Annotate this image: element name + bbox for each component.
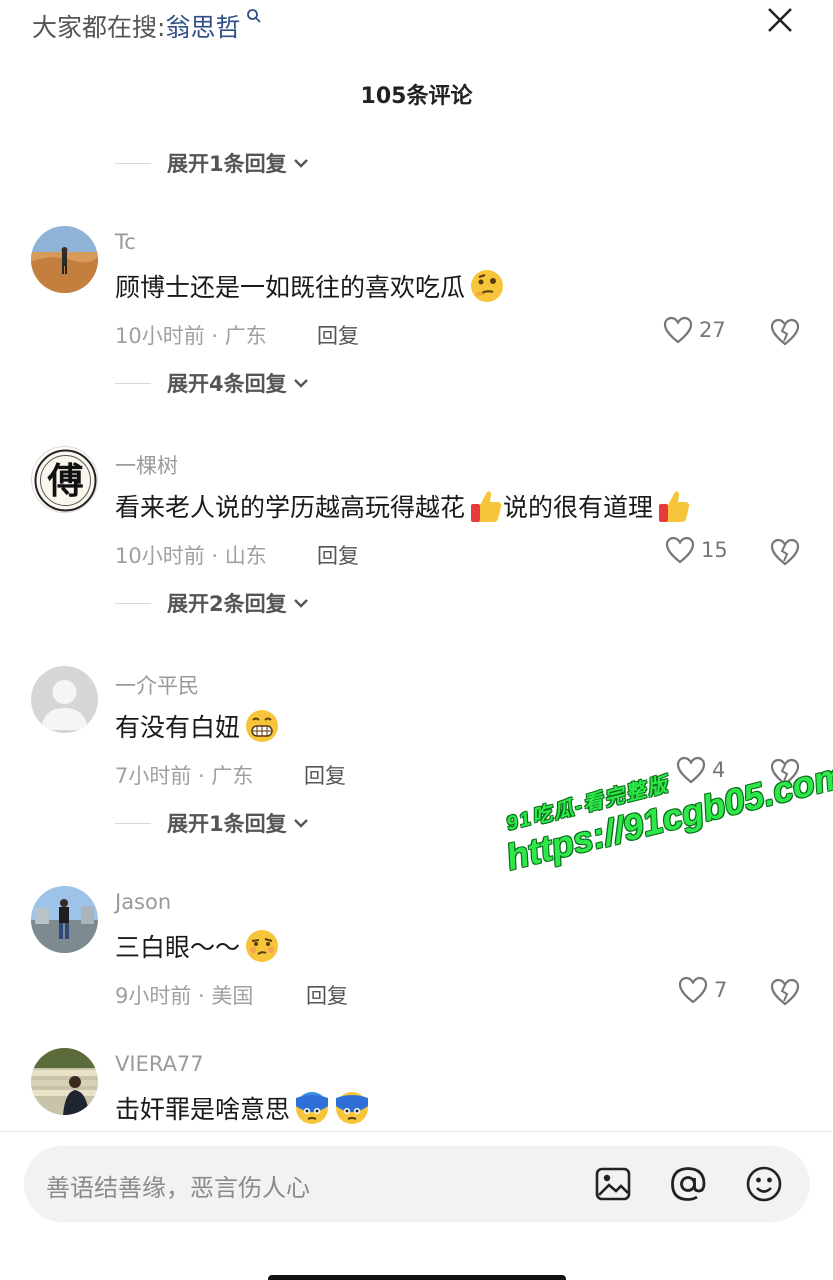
chevron-down-icon [293, 377, 309, 389]
avatar[interactable] [31, 1048, 98, 1115]
reply-button[interactable]: 回复 [304, 760, 346, 790]
expand-replies-button[interactable]: 展开4条回复 [115, 366, 309, 400]
divider [0, 1131, 833, 1132]
dislike-button[interactable] [770, 318, 800, 348]
comment-time-location: 9小时前 · 美国 [115, 984, 254, 1008]
reply-button[interactable]: 回复 [317, 320, 359, 350]
like-button[interactable]: 15 [665, 536, 728, 564]
comment-text: 三白眼～～ [115, 928, 280, 964]
heart-icon [665, 536, 695, 564]
broken-heart-icon [770, 978, 800, 1006]
smirk-emoji-icon [244, 928, 280, 964]
comment-count-title: 105条评论 [360, 84, 473, 109]
chevron-down-icon [293, 597, 309, 609]
expand-replies-button[interactable]: 展开1条回复 [115, 806, 309, 840]
comment-time-location: 7小时前 · 广东 [115, 764, 254, 788]
avatar[interactable]: 傅 [31, 446, 98, 513]
expand-replies-label: 展开2条回复 [167, 592, 287, 616]
thumbs-up-emoji-icon [469, 488, 503, 524]
divider-line [115, 162, 151, 164]
close-button[interactable] [762, 2, 798, 38]
comment-username[interactable]: Tc [115, 230, 136, 254]
comment-text-content: 看来老人说的学历越高玩得越花 [115, 493, 466, 522]
broken-heart-icon [770, 318, 800, 346]
reply-button[interactable]: 回复 [317, 540, 359, 570]
emoji-icon [746, 1166, 782, 1202]
avatar[interactable] [31, 226, 98, 293]
heart-icon [663, 316, 693, 344]
expand-replies-button[interactable]: 展开2条回复 [115, 586, 309, 620]
like-button[interactable]: 27 [663, 316, 726, 344]
chevron-down-icon [293, 817, 309, 829]
comment-username[interactable]: 一棵树 [115, 450, 178, 480]
comment-username[interactable]: VIERA77 [115, 1052, 204, 1076]
image-icon [595, 1167, 631, 1201]
grinning-emoji-icon [244, 708, 280, 744]
search-suggestion[interactable]: 大家都在搜:翁思哲 [32, 8, 262, 44]
search-icon [240, 9, 261, 28]
emoji-picker-button[interactable] [745, 1165, 783, 1203]
comment-username[interactable]: Jason [115, 890, 171, 914]
svg-text:傅: 傅 [46, 460, 83, 502]
search-hint-prefix: 大家都在搜: [32, 13, 166, 42]
avatar[interactable] [31, 666, 98, 733]
expand-replies-label: 展开1条回复 [167, 152, 287, 176]
expand-replies-label: 展开4条回复 [167, 372, 287, 396]
expand-replies-label: 展开1条回复 [167, 812, 287, 836]
divider-line [115, 602, 151, 604]
search-keyword-link[interactable]: 翁思哲 [165, 13, 240, 42]
comment-text: 看来老人说的学历越高玩得越花 说的很有道理 [115, 488, 691, 524]
top-bar: 大家都在搜:翁思哲 [0, 0, 833, 60]
comment-text-content: 说的很有道理 [503, 493, 654, 522]
comment-text-content: 三白眼～～ [115, 933, 241, 962]
dislike-button[interactable] [770, 978, 800, 1008]
comment-username[interactable]: 一介平民 [115, 670, 199, 700]
dislike-button[interactable] [770, 538, 800, 568]
chevron-down-icon [293, 157, 309, 169]
like-count: 7 [714, 978, 728, 1002]
comment-time-location: 10小时前 · 山东 [115, 544, 267, 568]
comment-text-content: 击奸罪是啥意思 [115, 1095, 291, 1124]
reply-button[interactable]: 回复 [306, 980, 348, 1010]
comment-text-content: 有没有白妞 [115, 713, 241, 742]
avatar[interactable] [31, 886, 98, 953]
like-button[interactable]: 7 [678, 976, 727, 1004]
home-indicator [268, 1275, 566, 1280]
comment-text-content: 顾博士还是一如既往的喜欢吃瓜 [115, 273, 466, 302]
comment-text: 击奸罪是啥意思 [115, 1090, 370, 1126]
like-count: 27 [699, 318, 726, 342]
thinking-emoji-icon [469, 268, 505, 304]
close-icon [768, 8, 792, 32]
at-sign-icon [671, 1167, 706, 1201]
broken-heart-icon [770, 538, 800, 566]
like-count: 15 [701, 538, 728, 562]
mention-button[interactable] [669, 1165, 707, 1203]
cold-face-emoji-icon [334, 1090, 370, 1126]
expand-replies-button[interactable]: 展开1条回复 [115, 146, 309, 180]
comment-text: 有没有白妞 [115, 708, 280, 744]
comment-time-location: 10小时前 · 广东 [115, 324, 267, 348]
watermark-overlay: 91吃瓜-看完整版 https://91cgb05.com [495, 726, 833, 879]
comment-text: 顾博士还是一如既往的喜欢吃瓜 [115, 268, 505, 304]
comment-input-bar[interactable]: 善语结善缘，恶言伤人心 [24, 1146, 810, 1222]
image-picker-button[interactable] [594, 1165, 632, 1203]
thumbs-up-emoji-icon [657, 488, 691, 524]
divider-line [115, 822, 151, 824]
comment-input-placeholder: 善语结善缘，恶言伤人心 [46, 1174, 310, 1202]
heart-icon [678, 976, 708, 1004]
divider-line [115, 382, 151, 384]
cold-face-emoji-icon [294, 1090, 330, 1126]
